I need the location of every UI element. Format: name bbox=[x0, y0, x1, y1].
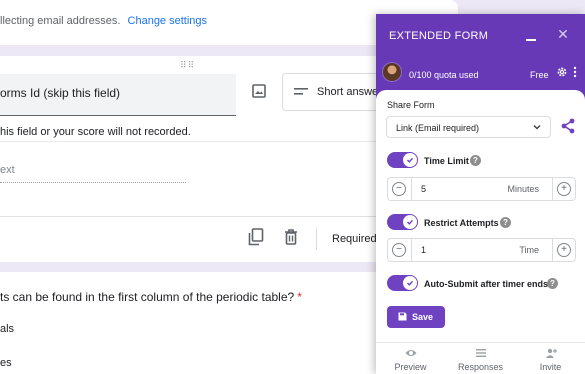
toggle-knob bbox=[403, 215, 417, 229]
add-image-button[interactable] bbox=[248, 80, 270, 102]
gear-icon[interactable] bbox=[556, 66, 568, 78]
question-text-label: ts can be found in the first column of t… bbox=[0, 290, 295, 304]
more-vert-icon[interactable] bbox=[572, 66, 578, 78]
required-label[interactable]: Required bbox=[332, 233, 377, 245]
time-limit-value[interactable]: 5 bbox=[421, 184, 426, 194]
share-icon[interactable] bbox=[560, 118, 576, 134]
share-select-value: Link (Email required) bbox=[396, 123, 480, 133]
time-limit-stepper[interactable]: − 5 Minutes + bbox=[387, 177, 576, 201]
save-button-label: Save bbox=[412, 312, 434, 322]
panel-header: EXTENDED FORM ✕ 0/100 quota used Free bbox=[376, 14, 585, 102]
nav-invite[interactable]: Invite bbox=[516, 343, 585, 374]
time-limit-unit: Minutes bbox=[507, 184, 539, 194]
answer-underline bbox=[0, 182, 186, 183]
divider bbox=[411, 239, 412, 261]
duplicate-button[interactable] bbox=[248, 228, 266, 248]
decrement-button[interactable]: − bbox=[392, 182, 406, 196]
check-icon bbox=[407, 157, 414, 163]
extended-form-panel: EXTENDED FORM ✕ 0/100 quota used Free Sh… bbox=[376, 14, 585, 374]
restrict-attempts-toggle[interactable] bbox=[387, 214, 418, 230]
quota-text: 0/100 quota used bbox=[409, 70, 479, 80]
check-icon bbox=[407, 280, 414, 286]
save-icon bbox=[398, 312, 407, 321]
short-answer-icon bbox=[294, 88, 308, 95]
attempts-stepper[interactable]: − 1 Time + bbox=[387, 238, 576, 262]
bottom-nav: Preview Responses Invite bbox=[376, 342, 585, 374]
required-asterisk: * bbox=[297, 290, 302, 304]
question-description[interactable]: his field or your score will not recorde… bbox=[0, 126, 191, 138]
chevron-down-icon bbox=[533, 125, 541, 130]
divider bbox=[552, 239, 553, 261]
panel-title: EXTENDED FORM bbox=[389, 30, 489, 42]
time-limit-label: Time Limit bbox=[424, 156, 469, 166]
divider bbox=[316, 228, 317, 250]
toggle-knob bbox=[403, 276, 417, 290]
auto-submit-toggle[interactable] bbox=[387, 275, 418, 291]
drag-handle-icon[interactable]: ⠿⠿ bbox=[180, 60, 195, 71]
panel-body: Share Form Link (Email required) Time Li… bbox=[376, 90, 585, 346]
nav-preview-label: Preview bbox=[394, 362, 427, 372]
nav-preview[interactable]: Preview bbox=[376, 343, 445, 374]
auto-submit-label: Auto-Submit after timer ends bbox=[424, 279, 549, 289]
trash-icon bbox=[285, 229, 297, 245]
copy-icon bbox=[248, 228, 264, 246]
time-limit-toggle[interactable] bbox=[387, 152, 418, 168]
email-collection-note: llecting email addresses. Change setting… bbox=[0, 15, 207, 27]
increment-button[interactable]: + bbox=[557, 182, 571, 196]
restrict-attempts-label: Restrict Attempts bbox=[424, 218, 499, 228]
answer-option[interactable]: es bbox=[0, 357, 12, 369]
question-title-text: orms Id (skip this field) bbox=[0, 86, 121, 100]
change-settings-link[interactable]: Change settings bbox=[128, 15, 208, 27]
close-icon[interactable]: ✕ bbox=[556, 27, 570, 41]
plan-badge: Free bbox=[530, 70, 549, 80]
eye-icon bbox=[405, 350, 417, 356]
divider bbox=[552, 178, 553, 200]
answer-option[interactable]: als bbox=[0, 323, 14, 335]
delete-button[interactable] bbox=[283, 228, 301, 248]
help-icon[interactable]: ? bbox=[547, 278, 558, 289]
toggle-knob bbox=[403, 153, 417, 167]
attempts-unit: Time bbox=[519, 245, 539, 255]
list-icon bbox=[476, 349, 486, 357]
question-text: ts can be found in the first column of t… bbox=[0, 290, 302, 304]
share-form-label: Share Form bbox=[387, 100, 435, 110]
increment-button[interactable]: + bbox=[557, 243, 571, 257]
check-icon bbox=[407, 219, 414, 225]
nav-invite-label: Invite bbox=[539, 362, 562, 372]
minimize-button[interactable] bbox=[524, 31, 538, 45]
short-answer-placeholder: ext bbox=[0, 164, 15, 176]
attempts-value[interactable]: 1 bbox=[421, 245, 426, 255]
nav-responses[interactable]: Responses bbox=[446, 343, 515, 374]
share-form-select[interactable]: Link (Email required) bbox=[386, 116, 551, 138]
help-icon[interactable]: ? bbox=[470, 155, 481, 166]
question-type-label: Short answer bbox=[317, 86, 382, 98]
nav-responses-label: Responses bbox=[457, 362, 504, 372]
question-title-field[interactable]: orms Id (skip this field) bbox=[0, 74, 236, 116]
avatar[interactable] bbox=[382, 62, 402, 82]
help-icon[interactable]: ? bbox=[500, 217, 511, 228]
email-note-text: llecting email addresses. bbox=[0, 15, 121, 27]
image-icon bbox=[252, 84, 266, 98]
decrement-button[interactable]: − bbox=[392, 243, 406, 257]
divider bbox=[411, 178, 412, 200]
save-button[interactable]: Save bbox=[387, 306, 445, 328]
add-person-icon bbox=[546, 348, 557, 358]
